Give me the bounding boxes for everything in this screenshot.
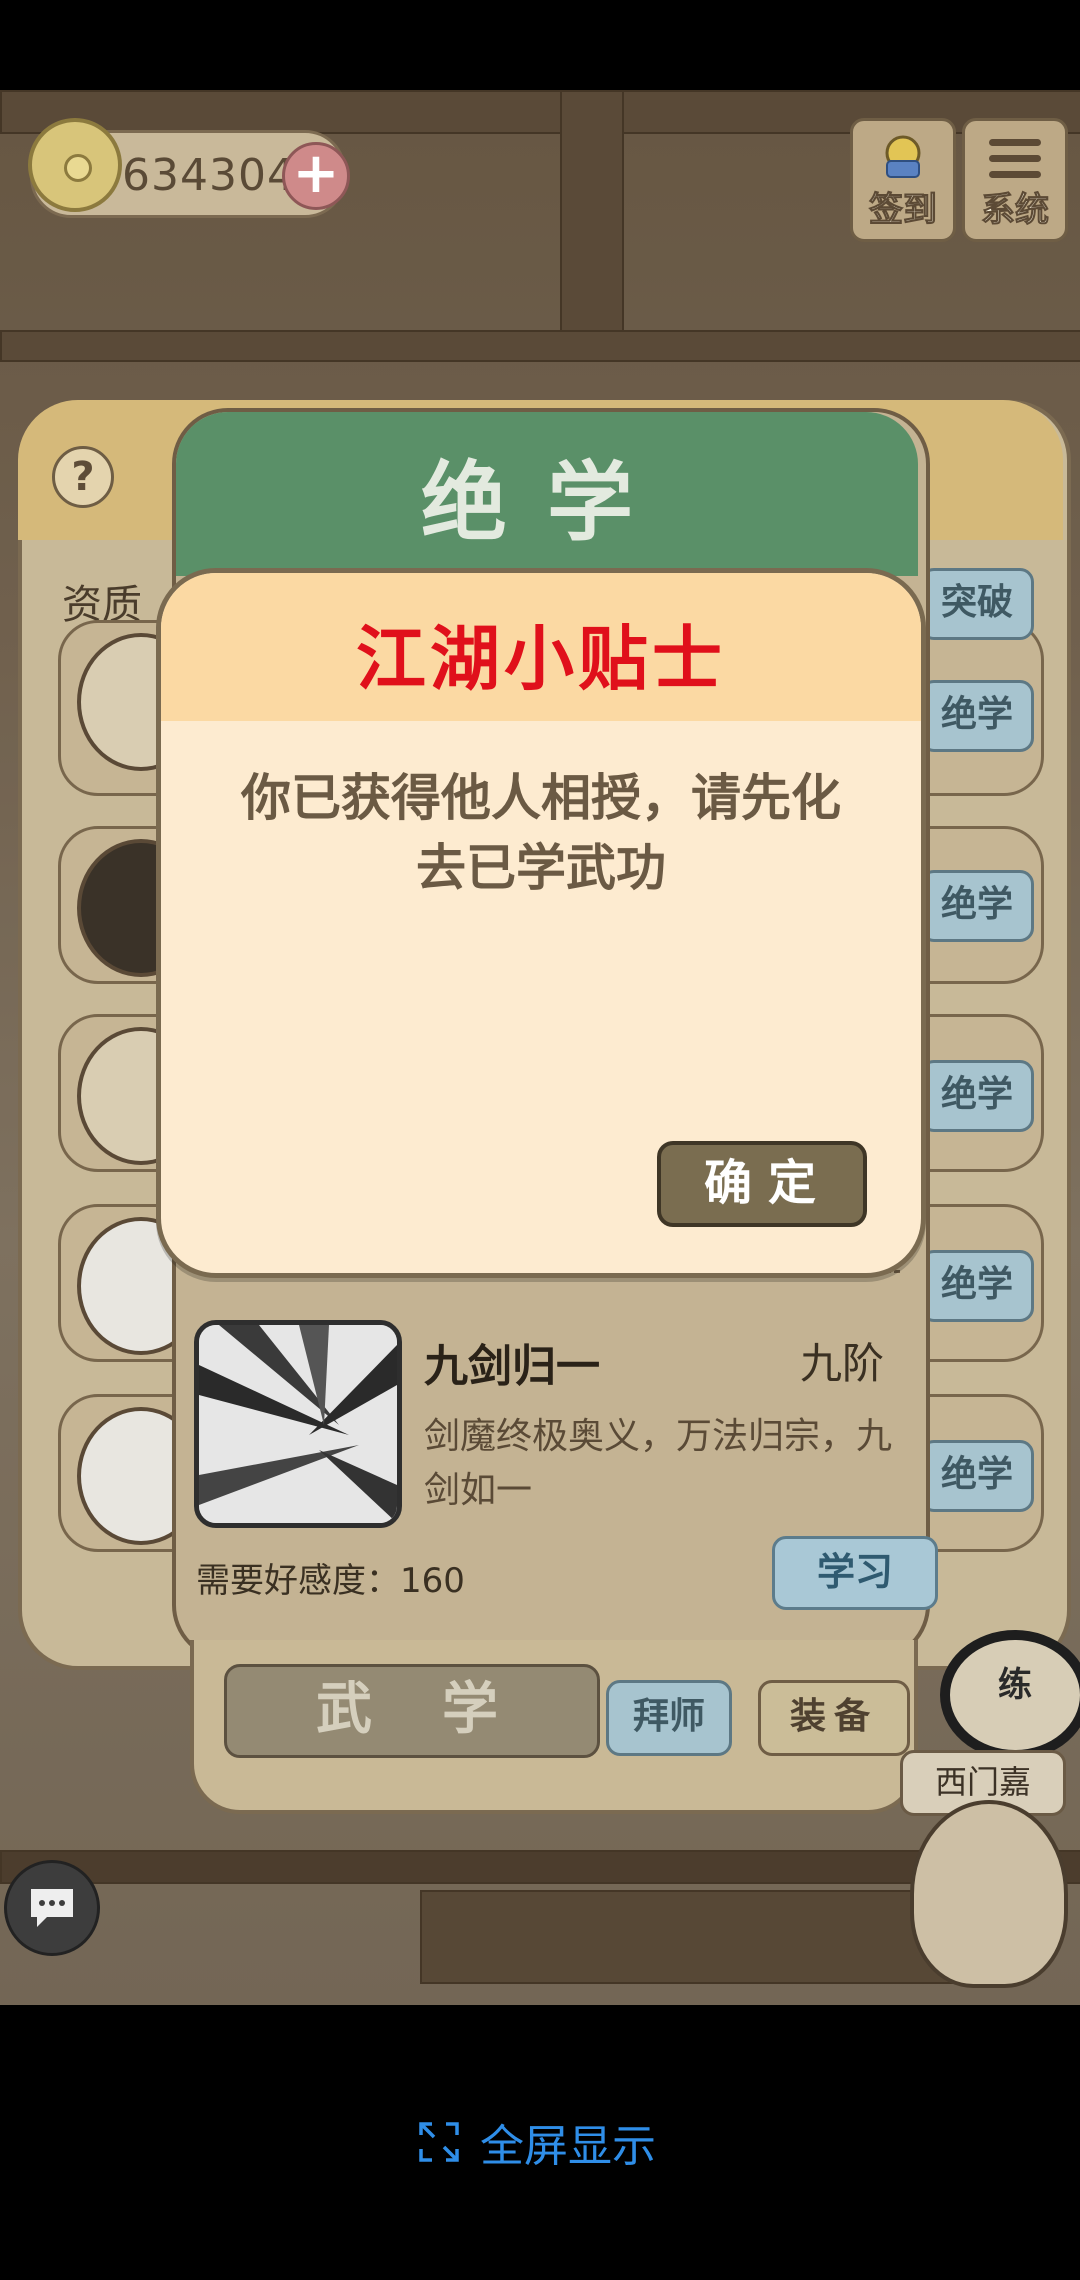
chat-button[interactable]	[4, 1860, 100, 1956]
signin-button[interactable]: 签到	[850, 118, 956, 242]
skill-image	[194, 1320, 402, 1528]
practice-badge[interactable]: 练	[940, 1630, 1080, 1760]
coin-count: 634304	[122, 150, 296, 201]
dialog-message: 你已获得他人相授，请先化去已学武功	[241, 769, 841, 897]
tab-apprentice[interactable]: 拜师	[606, 1680, 732, 1756]
ultimate-skill-button[interactable]: 绝学	[920, 680, 1034, 752]
fullscreen-label: 全屏显示	[480, 2121, 656, 2172]
learn-button[interactable]: 学习	[772, 1536, 938, 1610]
dialog-title: 江湖小贴士	[356, 618, 726, 700]
skill-panel-title: 绝学	[421, 453, 673, 553]
add-coins-button[interactable]: +	[282, 142, 350, 210]
npc-avatar[interactable]	[910, 1800, 1068, 1988]
ultimate-skill-button[interactable]: 绝学	[920, 1440, 1034, 1512]
signin-label: 签到	[869, 190, 938, 231]
system-label: 系统	[981, 190, 1050, 231]
skill-name: 九剑归一	[424, 1341, 600, 1392]
ultimate-skill-button[interactable]: 绝学	[920, 1060, 1034, 1132]
skill-rank: 九阶	[800, 1339, 885, 1388]
ultimate-skill-button[interactable]: 绝学	[920, 1250, 1034, 1322]
help-button[interactable]: ?	[52, 446, 114, 508]
system-menu-button[interactable]: 系统	[962, 118, 1068, 242]
tab-equipment[interactable]: 装备	[758, 1680, 910, 1756]
fullscreen-icon	[419, 2122, 459, 2162]
affinity-requirement: 需要好感度：160	[196, 1561, 465, 1601]
ultimate-skill-button[interactable]: 绝学	[920, 870, 1034, 942]
menu-icon	[989, 139, 1041, 187]
sword-slash-icon	[199, 1325, 397, 1523]
breakthrough-button[interactable]: 突破	[920, 568, 1034, 640]
tab-martial-arts[interactable]: 武学	[224, 1664, 600, 1758]
gift-bag-icon	[885, 135, 921, 178]
tips-dialog: 江湖小贴士 你已获得他人相授，请先化去已学武功 确定	[156, 568, 926, 1278]
skill-description: 剑魔终极奥义，万法归宗，九剑如一	[424, 1416, 893, 1511]
confirm-button[interactable]: 确定	[657, 1141, 867, 1227]
fullscreen-link[interactable]: 全屏显示	[418, 2112, 656, 2172]
chat-bubble-icon	[31, 1889, 73, 1927]
coin-icon	[28, 118, 122, 212]
